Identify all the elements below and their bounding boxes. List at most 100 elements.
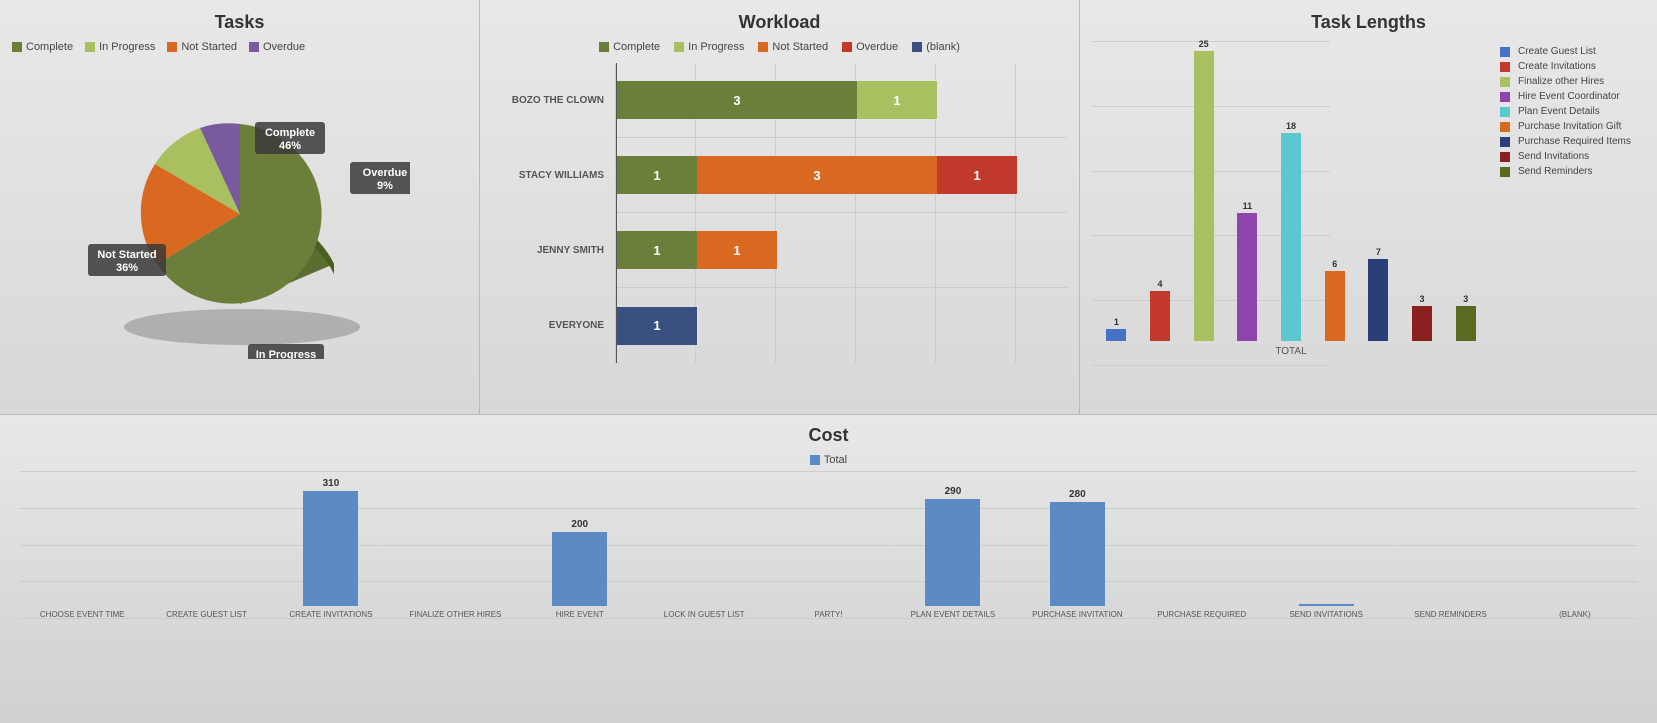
- tl-legend-9: Send Reminders: [1500, 166, 1645, 177]
- cost-col-send-rem: SEND REMINDERS: [1388, 471, 1512, 619]
- tl-bar-group-5: 18: [1272, 121, 1311, 341]
- cost-bar-purchase-inv: [1050, 502, 1105, 606]
- cost-legend: Total: [20, 454, 1637, 466]
- tl-bar-8: [1412, 306, 1432, 341]
- tasks-title: Tasks: [12, 12, 467, 33]
- jenny-bar-ns: 1: [697, 231, 777, 269]
- wl-inprogress-dot: [674, 42, 684, 52]
- dashboard: Tasks Complete In Progress Not Started O…: [0, 0, 1657, 723]
- jenny-bar-c: 1: [617, 231, 697, 269]
- inprogress-label: In Progress: [99, 41, 155, 53]
- tl-chart-area: 1 4 25: [1092, 41, 1490, 391]
- legend-inprogress: In Progress: [85, 41, 155, 53]
- tl-bar-5: [1281, 133, 1301, 341]
- cost-label-blank: (BLANK): [1559, 610, 1591, 619]
- overdue-dot: [249, 42, 259, 52]
- tl-val-8: 3: [1420, 294, 1425, 304]
- tl-bar-group-4: 11: [1228, 201, 1267, 341]
- workload-chart: BOZO THE CLOWN 3 1 STACY WILLIAMS 1 3 1: [492, 63, 1067, 363]
- overdue-text1: Overdue: [362, 167, 407, 179]
- cost-col-finalize: FINALIZE OTHER HIRES: [393, 471, 517, 619]
- tl-legend-create-invitations: Create Invitations: [1518, 61, 1596, 72]
- tl-bar-group-3: 25: [1184, 39, 1223, 341]
- tl-bar-1: [1106, 329, 1126, 341]
- inprogress-dot: [85, 42, 95, 52]
- cost-label-party: PARTY!: [814, 610, 842, 619]
- cost-label-purchase-inv: PURCHASE INVITATION: [1032, 610, 1122, 619]
- tl-bar-group-8: 3: [1403, 294, 1442, 341]
- cost-label-hire: HIRE EVENT: [556, 610, 604, 619]
- cost-col-guestlist: CREATE GUEST LIST: [144, 471, 268, 619]
- tl-bars-container: 1 4 25: [1092, 41, 1490, 341]
- bozo-bar-1: 1: [857, 81, 937, 119]
- notstarted-text1: Not Started: [97, 249, 156, 261]
- tl-legend: Create Guest List Create Invitations Fin…: [1490, 41, 1645, 391]
- wl-complete: Complete: [599, 41, 660, 53]
- tl-val-2: 4: [1158, 279, 1163, 289]
- tl-legend-6: Purchase Invitation Gift: [1500, 121, 1645, 132]
- cost-label-send-rem: SEND REMINDERS: [1414, 610, 1486, 619]
- cost-col-purchase-req: PURCHASE REQUIRED: [1140, 471, 1264, 619]
- cost-label-lockin: LOCK IN GUEST LIST: [664, 610, 745, 619]
- top-row: Tasks Complete In Progress Not Started O…: [0, 0, 1657, 415]
- notstarted-text2: 36%: [115, 262, 137, 274]
- jenny-label: JENNY SMITH: [492, 245, 612, 256]
- tl-val-6: 6: [1332, 259, 1337, 269]
- stacy-bar-3: 3: [697, 156, 937, 194]
- tl-bar-4: [1237, 213, 1257, 341]
- tl-bar-6: [1325, 271, 1345, 341]
- wl-blank: (blank): [912, 41, 960, 53]
- workload-row-stacy: STACY WILLIAMS 1 3 1: [617, 138, 1067, 213]
- task-lengths-title: Task Lengths: [1092, 12, 1645, 33]
- cost-bar-invitations: [303, 491, 358, 606]
- tl-legend-2: Create Invitations: [1500, 61, 1645, 72]
- jenny-bars: 1 1: [617, 231, 777, 269]
- cost-label-guestlist: CREATE GUEST LIST: [166, 610, 247, 619]
- cost-label-plan: PLAN EVENT DETAILS: [911, 610, 996, 619]
- cost-val-hire: 200: [571, 519, 588, 530]
- cost-label-invitations: CREATE INVITATIONS: [289, 610, 372, 619]
- cost-legend-total: Total: [810, 454, 847, 466]
- wl-overdue-dot: [842, 42, 852, 52]
- cost-legend-label: Total: [824, 454, 847, 466]
- wl-overdue: Overdue: [842, 41, 898, 53]
- tl-bar-group-9: 3: [1446, 294, 1485, 341]
- tl-val-1: 1: [1114, 317, 1119, 327]
- cost-col-lockin: LOCK IN GUEST LIST: [642, 471, 766, 619]
- wl-complete-dot: [599, 42, 609, 52]
- tl-legend-5: Plan Event Details: [1500, 106, 1645, 117]
- cost-bars-area: CHOOSE EVENT TIME CREATE GUEST LIST 310 …: [20, 471, 1637, 641]
- cost-col-purchase-inv: 280 PURCHASE INVITATION: [1015, 471, 1139, 619]
- tl-legend-finalize: Finalize other Hires: [1518, 76, 1604, 87]
- cost-col-hire: 200 HIRE EVENT: [518, 471, 642, 619]
- complete-label: Complete: [26, 41, 73, 53]
- task-lengths-content: 1 4 25: [1092, 41, 1645, 391]
- bozo-bar-3: 3: [617, 81, 857, 119]
- workload-title: Workload: [492, 12, 1067, 33]
- wl-inprogress: In Progress: [674, 41, 744, 53]
- tl-bar-9: [1456, 306, 1476, 341]
- cost-col-send-inv: SEND INVITATIONS: [1264, 471, 1388, 619]
- pie-chart-wrapper: Overdue 9% Complete 46% Not Started 36% …: [12, 59, 467, 359]
- cost-label-purchase-req: PURCHASE REQUIRED: [1157, 610, 1246, 619]
- complete-text1: Complete: [264, 127, 314, 139]
- overdue-label: Overdue: [263, 41, 305, 53]
- overdue-text2: 9%: [377, 180, 393, 192]
- tl-legend-4: Hire Event Coordinator: [1500, 91, 1645, 102]
- workload-row-everyone: EVERYONE 1: [617, 288, 1067, 363]
- cost-val-purchase-inv: 280: [1069, 489, 1086, 500]
- tl-val-5: 18: [1286, 121, 1296, 131]
- legend-complete: Complete: [12, 41, 73, 53]
- tl-legend-8: Send Invitations: [1500, 151, 1645, 162]
- inprogress-text1: In Progress: [255, 349, 316, 359]
- stacy-bars: 1 3 1: [617, 156, 1017, 194]
- tl-val-4: 11: [1243, 201, 1253, 211]
- cost-label-finalize: FINALIZE OTHER HIRES: [409, 610, 501, 619]
- legend-notstarted: Not Started: [167, 41, 237, 53]
- cost-title: Cost: [20, 425, 1637, 446]
- tasks-panel: Tasks Complete In Progress Not Started O…: [0, 0, 480, 414]
- everyone-label: EVERYONE: [492, 320, 612, 331]
- workload-row-jenny: JENNY SMITH 1 1: [617, 213, 1067, 288]
- workload-row-bozo: BOZO THE CLOWN 3 1: [617, 63, 1067, 138]
- workload-legend: Complete In Progress Not Started Overdue…: [492, 41, 1067, 53]
